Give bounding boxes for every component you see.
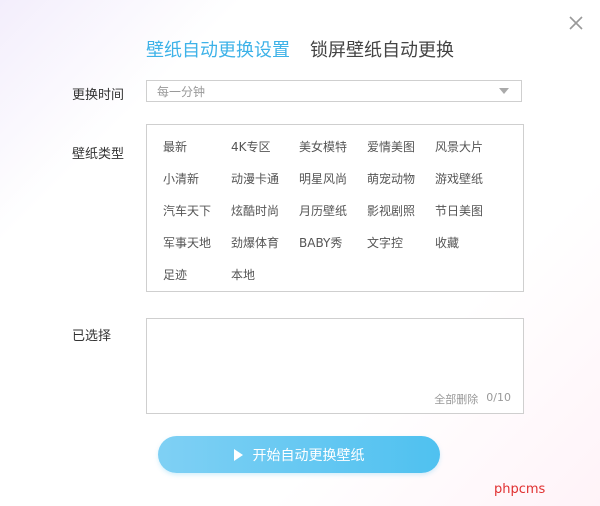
selected-label: 已选择 bbox=[72, 329, 112, 344]
wallpaper-type-item[interactable]: 收藏 bbox=[435, 234, 503, 266]
wallpaper-type-item[interactable]: 足迹 bbox=[163, 266, 231, 298]
wallpaper-type-item[interactable]: 汽车天下 bbox=[163, 202, 231, 234]
wallpaper-type-item[interactable]: 月历壁纸 bbox=[299, 202, 367, 234]
watermark: phpcms bbox=[494, 482, 546, 497]
tab-wallpaper-auto-change[interactable]: 壁纸自动更换设置 bbox=[146, 36, 290, 62]
interval-value: 每一分钟 bbox=[157, 84, 206, 99]
start-button-label: 开始自动更换壁纸 bbox=[252, 447, 365, 464]
wallpaper-type-item[interactable]: 游戏壁纸 bbox=[435, 170, 503, 202]
selected-list: 全部删除 0/10 bbox=[146, 318, 524, 414]
close-icon[interactable] bbox=[566, 13, 586, 33]
wallpaper-type-item[interactable]: 动漫卡通 bbox=[231, 170, 299, 202]
types-label: 壁纸类型 bbox=[72, 147, 125, 162]
start-auto-change-button[interactable]: 开始自动更换壁纸 bbox=[158, 436, 440, 473]
wallpaper-type-panel: 最新 4K专区 美女模特 爱情美图 风景大片小清新 动漫卡通 明星风尚 萌宠动物 游戏壁纸汽车天… bbox=[146, 124, 524, 292]
wallpaper-type-item[interactable]: 爱情美图 bbox=[367, 138, 435, 170]
wallpaper-type-item[interactable]: 军事天地 bbox=[163, 234, 231, 266]
wallpaper-type-item[interactable]: 风景大片 bbox=[435, 138, 503, 170]
wallpaper-type-item[interactable]: 本地 bbox=[231, 266, 299, 298]
wallpaper-type-item[interactable]: 明星风尚 bbox=[299, 170, 367, 202]
wallpaper-type-item[interactable]: 节日美图 bbox=[435, 202, 503, 234]
wallpaper-type-item[interactable]: 影视剧照 bbox=[367, 202, 435, 234]
play-icon bbox=[233, 448, 243, 461]
wallpaper-type-item[interactable]: 美女模特 bbox=[299, 138, 367, 170]
wallpaper-type-item[interactable]: 小清新 bbox=[163, 170, 231, 202]
wallpaper-type-item[interactable]: 最新 bbox=[163, 138, 231, 170]
selected-footer: 全部删除 0/10 bbox=[434, 391, 511, 407]
wallpaper-type-grid: 最新 4K专区 美女模特 爱情美图 风景大片小清新 动漫卡通 明星风尚 萌宠动物 游戏壁纸汽车天… bbox=[163, 138, 503, 298]
wallpaper-type-item[interactable]: 文字控 bbox=[367, 234, 435, 266]
wallpaper-type-item[interactable]: 劲爆体育 bbox=[231, 234, 299, 266]
interval-select[interactable]: 每一分钟 bbox=[146, 80, 522, 102]
chevron-down-icon bbox=[499, 88, 509, 94]
wallpaper-type-item[interactable]: 炫酷时尚 bbox=[231, 202, 299, 234]
tab-lockscreen-auto-change[interactable]: 锁屏壁纸自动更换 bbox=[310, 36, 454, 62]
selected-count: 0/10 bbox=[486, 391, 511, 404]
delete-all-button[interactable]: 全部删除 bbox=[434, 391, 478, 407]
interval-label: 更换时间 bbox=[72, 88, 125, 103]
tab-bar: 壁纸自动更换设置 锁屏壁纸自动更换 bbox=[0, 36, 600, 62]
wallpaper-type-item[interactable]: BABY秀 bbox=[299, 234, 367, 266]
wallpaper-type-item[interactable]: 4K专区 bbox=[231, 138, 299, 170]
wallpaper-type-item[interactable]: 萌宠动物 bbox=[367, 170, 435, 202]
